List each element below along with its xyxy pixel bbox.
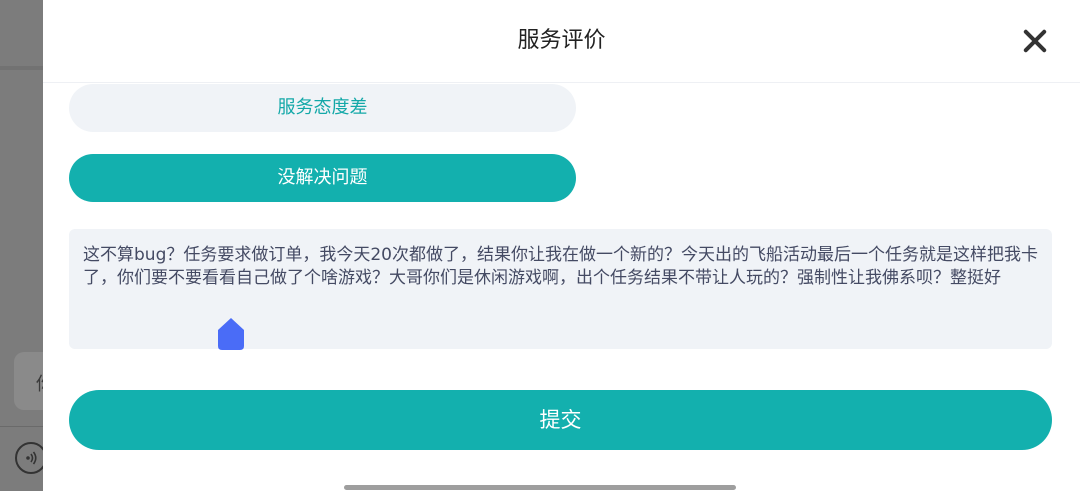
text-cursor-handle-icon[interactable] (218, 318, 244, 350)
sheet-header: 服务评价 (43, 0, 1080, 83)
close-icon[interactable] (1021, 27, 1049, 55)
background-strip (0, 0, 43, 491)
option-bad-attitude[interactable]: 服务态度差 (69, 84, 576, 132)
option-not-solved[interactable]: 没解决问题 (69, 154, 576, 202)
background-input-divider (0, 426, 43, 427)
submit-button[interactable]: 提交 (69, 390, 1052, 450)
voice-waves-icon (26, 451, 37, 465)
home-indicator (344, 485, 736, 490)
feedback-textarea[interactable]: 这不算bug？任务要求做订单，我今天20次都做了，结果你让我在做一个新的？今天出… (69, 229, 1052, 349)
dialog-title: 服务评价 (517, 28, 606, 53)
service-rating-sheet: 服务评价 服务态度差 没解决问题 这不算bug？任务要求做订单，我今天20次都做… (43, 0, 1080, 491)
background-divider (0, 66, 43, 70)
